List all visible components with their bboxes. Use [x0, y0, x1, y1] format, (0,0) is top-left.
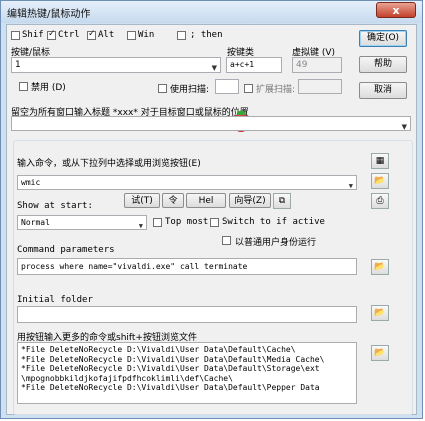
title-bar[interactable]: 编辑热键/鼠标动作 x: [1, 1, 422, 23]
use-scan-checkbox[interactable]: [158, 84, 167, 93]
cancel-button[interactable]: 取消: [359, 82, 407, 99]
browse-folder-icon[interactable]: 📂: [371, 173, 389, 189]
chevron-down-icon: ▼: [348, 182, 353, 190]
ext-scan-checkbox[interactable]: [244, 84, 253, 93]
show-at-start-label: Show at start:: [17, 201, 93, 211]
browse-params-icon[interactable]: 📂: [371, 259, 389, 275]
ctrl-checkbox[interactable]: [47, 29, 56, 40]
show-at-start-select[interactable]: Normal ▼: [17, 215, 147, 230]
params-label: Command parameters: [17, 245, 115, 255]
alt-checkbox[interactable]: [87, 29, 96, 40]
run-as-user-checkbox[interactable]: [222, 236, 231, 245]
shift-checkbox[interactable]: [11, 31, 20, 40]
command-button[interactable]: 令: [162, 193, 184, 208]
shift-label: Shif: [22, 30, 44, 40]
ext-scan-field[interactable]: [298, 79, 342, 94]
virtualkey-field[interactable]: 49: [292, 57, 342, 73]
run-as-user-label: 以普通用户身份运行: [235, 238, 317, 248]
printer-icon[interactable]: ⎙: [371, 193, 389, 209]
copy-icon[interactable]: ⧉: [273, 193, 291, 209]
command-combo[interactable]: wmic ▼: [17, 175, 357, 190]
browse-initial-folder-icon[interactable]: 📂: [371, 305, 389, 321]
browse-more-commands-icon[interactable]: 📂: [371, 345, 389, 361]
hotkey-combo[interactable]: 1 ▼: [11, 57, 221, 73]
strawberry-leaf-icon: [237, 111, 245, 115]
ctrl-label: Ctrl: [58, 30, 80, 40]
use-scan-label: 使用扫描:: [170, 85, 210, 95]
initial-folder-label: Initial folder: [17, 295, 93, 305]
params-field[interactable]: process where name="vivaldi.exe" call te…: [17, 258, 357, 275]
alt-label: Alt: [98, 30, 115, 40]
ok-button[interactable]: 确定(O): [359, 30, 407, 47]
window-title: 编辑热键/鼠标动作: [7, 9, 91, 20]
wizard-button[interactable]: 向导(Z): [229, 193, 271, 208]
use-scan-field[interactable]: [215, 79, 239, 94]
hotkey-value: 1: [15, 60, 21, 70]
more-commands-textarea[interactable]: *File DeleteNoRecycle D:\Vivaldi\User Da…: [17, 342, 357, 404]
win-checkbox[interactable]: [127, 31, 136, 40]
disable-checkbox[interactable]: [19, 82, 28, 91]
top-most-label: Top most: [165, 217, 209, 227]
calendar-icon[interactable]: ▦: [371, 153, 389, 169]
keyclass-field[interactable]: a+c+1: [226, 57, 282, 73]
switch-if-active-label: Switch to if active: [222, 217, 325, 227]
help-short-button[interactable]: Hel: [186, 193, 226, 208]
close-button[interactable]: x: [376, 2, 416, 18]
disable-label: 禁用 (D): [31, 83, 66, 93]
switch-if-active-checkbox[interactable]: [210, 218, 219, 227]
ext-scan-label: 扩展扫描:: [256, 85, 296, 95]
chevron-down-icon: ▼: [211, 64, 217, 72]
top-most-checkbox[interactable]: [153, 218, 162, 227]
initial-folder-field[interactable]: [17, 306, 357, 323]
show-value: Normal: [21, 218, 50, 227]
target-combo[interactable]: ▼: [11, 116, 411, 131]
then-label: ; then: [190, 30, 223, 40]
dialog-window: 编辑热键/鼠标动作 x Shif Ctrl Alt Win ; then 确定(…: [0, 0, 423, 419]
win-label: Win: [138, 30, 155, 40]
chevron-down-icon: ▼: [138, 222, 143, 230]
dialog-body: Shif Ctrl Alt Win ; then 确定(O) 帮助 取消 按键/…: [6, 24, 417, 415]
command-label: 输入命令，或从下拉列中选择或用浏览按钮(E): [17, 159, 201, 169]
test-button[interactable]: 试(T): [124, 193, 160, 208]
command-value: wmic: [21, 178, 41, 187]
chevron-down-icon: ▼: [401, 123, 407, 131]
help-button[interactable]: 帮助: [359, 56, 407, 73]
then-checkbox[interactable]: [177, 31, 186, 40]
